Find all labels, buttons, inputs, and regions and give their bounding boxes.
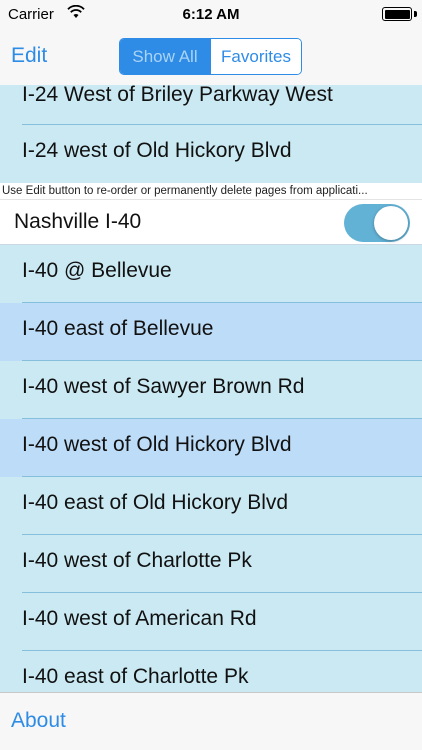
- status-bar: Carrier 6:12 AM: [0, 0, 422, 30]
- list-item-label: I-24 west of Old Hickory Blvd: [22, 139, 292, 162]
- list-item-label: I-40 @ Bellevue: [22, 259, 172, 282]
- clock: 6:12 AM: [182, 6, 240, 23]
- list-item[interactable]: I-24 West of Briley Parkway West: [0, 85, 422, 125]
- edit-hint-text: Use Edit button to re-order or permanent…: [0, 183, 422, 200]
- list-item[interactable]: I-40 west of Charlotte Pk: [0, 535, 422, 593]
- bottom-toolbar: About: [0, 692, 422, 750]
- list-item[interactable]: I-40 east of Charlotte Pk: [0, 651, 422, 692]
- list-item[interactable]: I-40 @ Bellevue: [0, 245, 422, 303]
- list-item[interactable]: I-24 west of Old Hickory Blvd: [0, 125, 422, 183]
- list-item[interactable]: I-40 west of American Rd: [0, 593, 422, 651]
- list-item[interactable]: I-40 west of Sawyer Brown Rd: [0, 361, 422, 419]
- battery-icon: [382, 7, 412, 21]
- list-item-label: I-40 west of American Rd: [22, 607, 257, 630]
- battery-tip: [414, 11, 417, 17]
- list-item[interactable]: I-40 east of Bellevue: [0, 303, 422, 361]
- group-toggle-switch[interactable]: [344, 204, 410, 242]
- about-button[interactable]: About: [11, 709, 66, 733]
- group-header-nashville-i40: Nashville I-40: [0, 200, 422, 245]
- list-item-label: I-24 West of Briley Parkway West: [22, 85, 333, 106]
- list-item-label: I-40 east of Charlotte Pk: [22, 665, 249, 688]
- show-all-segment[interactable]: Show All: [120, 39, 210, 74]
- camera-list[interactable]: I-24 West of Briley Parkway West I-24 we…: [0, 85, 422, 692]
- list-item[interactable]: I-40 east of Old Hickory Blvd: [0, 477, 422, 535]
- list-item[interactable]: I-40 west of Old Hickory Blvd: [0, 419, 422, 477]
- navigation-bar: Edit Show All Favorites: [0, 30, 422, 85]
- favorites-segment[interactable]: Favorites: [210, 39, 301, 74]
- list-item-label: I-40 east of Old Hickory Blvd: [22, 491, 289, 514]
- list-item-label: I-40 west of Charlotte Pk: [22, 549, 252, 572]
- edit-button[interactable]: Edit: [11, 44, 47, 68]
- list-item-label: I-40 east of Bellevue: [22, 317, 214, 340]
- filter-segmented-control: Show All Favorites: [119, 38, 302, 75]
- toggle-knob: [374, 206, 408, 240]
- list-item-label: I-40 west of Sawyer Brown Rd: [22, 375, 305, 398]
- list-item-label: I-40 west of Old Hickory Blvd: [22, 433, 292, 456]
- group-title: Nashville I-40: [14, 210, 142, 233]
